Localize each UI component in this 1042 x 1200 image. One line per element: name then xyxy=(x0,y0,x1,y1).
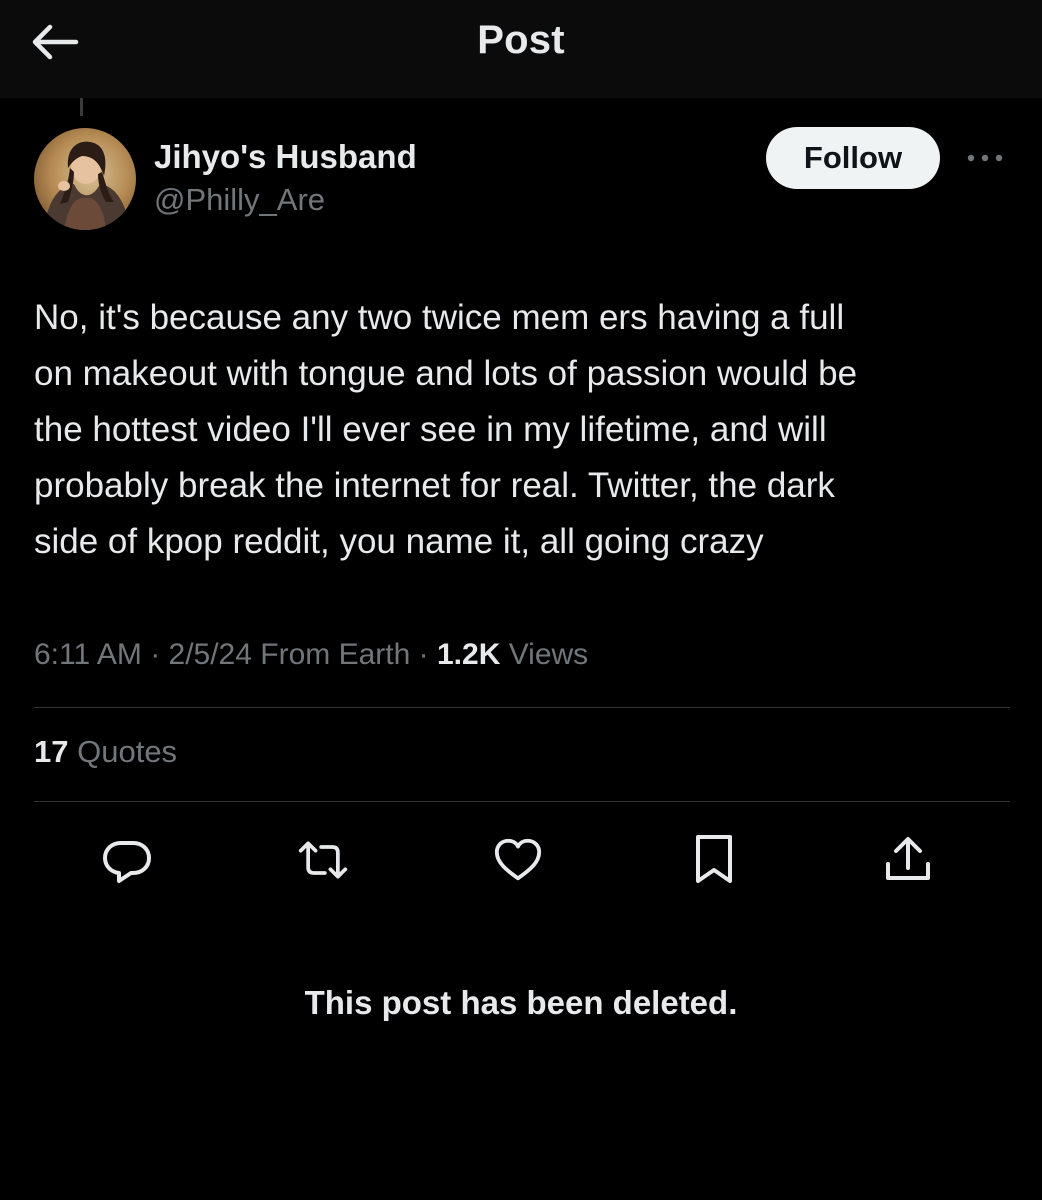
reply-button[interactable] xyxy=(101,834,153,886)
quotes-stat[interactable]: 17 Quotes xyxy=(34,734,177,770)
share-button[interactable] xyxy=(882,834,934,886)
page-title: Post xyxy=(477,18,565,62)
meta-separator: · xyxy=(418,638,437,671)
bookmark-icon xyxy=(696,835,732,883)
speech-bubble-icon xyxy=(103,841,151,883)
post-location: From Earth xyxy=(260,638,411,671)
deleted-notice: This post has been deleted. xyxy=(304,984,738,1021)
post-text: No, it's because any two twice mem ers h… xyxy=(34,298,858,561)
avatar-photo xyxy=(34,128,136,230)
more-options-button[interactable] xyxy=(960,140,1010,176)
views-count: 1.2K xyxy=(436,638,501,671)
author-handle[interactable]: @Philly_Are xyxy=(154,182,325,218)
quotes-label: Quotes xyxy=(77,734,178,769)
repost-icon xyxy=(298,841,348,879)
thread-connector-line xyxy=(80,98,83,116)
divider xyxy=(34,707,1010,708)
divider xyxy=(34,801,1010,802)
repost-button[interactable] xyxy=(297,834,349,886)
post-time: 6:11 AM xyxy=(34,638,142,671)
follow-button[interactable]: Follow xyxy=(766,127,940,189)
bookmark-button[interactable] xyxy=(688,834,740,886)
ellipsis-icon xyxy=(967,154,1003,162)
quotes-count: 17 xyxy=(34,734,69,769)
like-button[interactable] xyxy=(492,834,544,886)
meta-separator: · xyxy=(150,638,169,671)
top-bar: Post xyxy=(0,0,1042,98)
post-date: 2/5/24 xyxy=(168,638,252,671)
avatar[interactable] xyxy=(34,128,136,230)
post-metadata: 6:11 AM · 2/5/24 From Earth · 1.2K Views xyxy=(34,638,588,672)
heart-icon xyxy=(494,838,542,881)
author-display-name[interactable]: Jihyo's Husband xyxy=(154,138,417,176)
views-label: Views xyxy=(508,638,589,671)
share-icon xyxy=(886,837,930,880)
